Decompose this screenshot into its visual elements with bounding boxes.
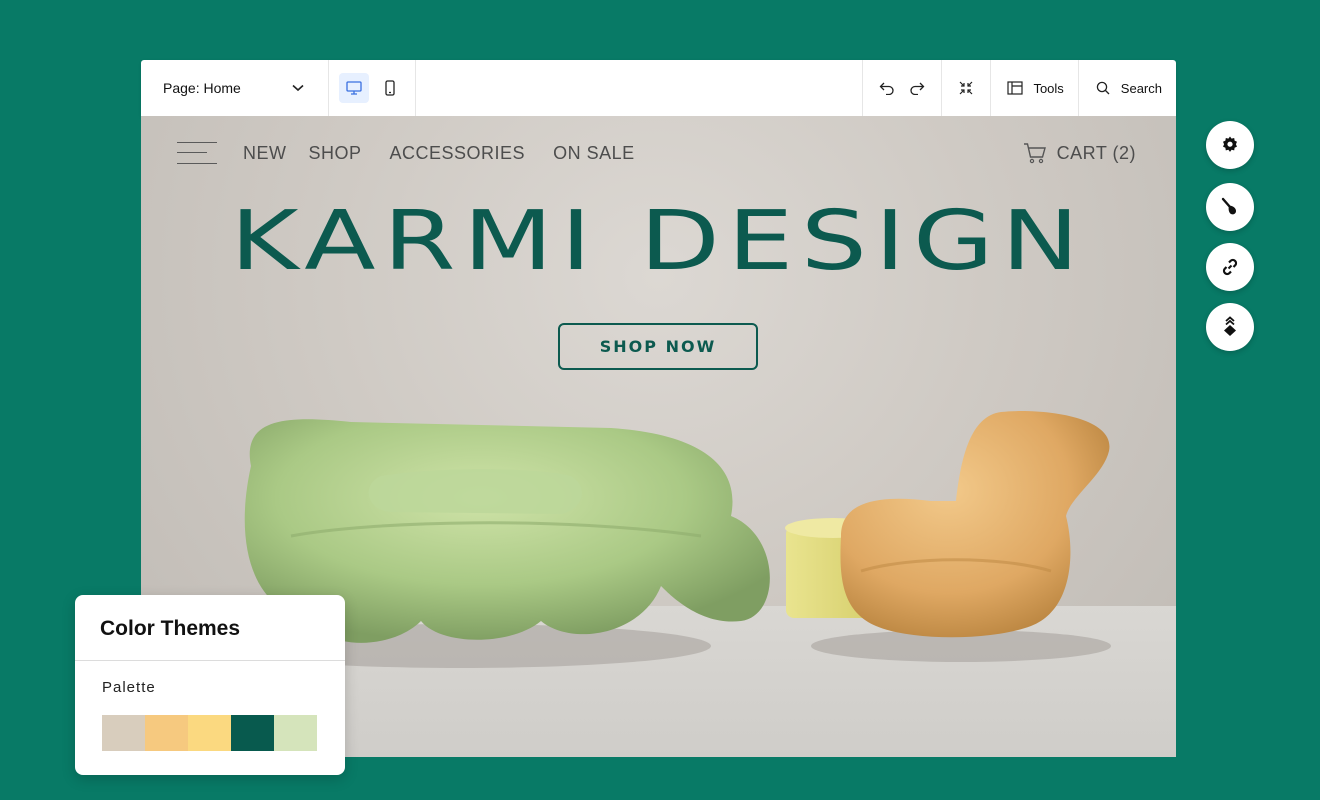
color-themes-title: Color Themes <box>75 595 345 661</box>
paintbrush-icon <box>1221 197 1236 215</box>
page-selector[interactable]: Page: Home <box>141 60 329 116</box>
collapse-icon[interactable] <box>956 78 976 98</box>
redo-icon[interactable] <box>907 78 927 98</box>
mobile-view-button[interactable] <box>375 73 405 103</box>
undo-icon[interactable] <box>877 78 897 98</box>
search-section: Search <box>1077 60 1176 116</box>
tools-panel-icon <box>1005 78 1025 98</box>
chevron-down-icon <box>288 78 308 98</box>
nav-link-shop[interactable]: SHOP <box>309 143 362 164</box>
nav-link-accessories[interactable]: ACCESSORIES <box>390 143 526 164</box>
palette-swatch-3[interactable] <box>188 715 231 751</box>
desktop-icon <box>346 81 362 95</box>
palette-swatch-5[interactable] <box>274 715 317 751</box>
palette-swatches[interactable] <box>102 715 317 751</box>
layers-icon <box>1224 316 1236 336</box>
settings-button[interactable] <box>1206 121 1254 169</box>
link-icon <box>1222 258 1238 276</box>
tools-label: Tools <box>1033 80 1064 96</box>
shop-now-button[interactable]: SHOP NOW <box>558 323 758 370</box>
layers-button[interactable] <box>1206 303 1254 351</box>
search-label: Search <box>1120 80 1162 96</box>
color-themes-panel: Color Themes Palette <box>75 595 345 775</box>
hero-title: KARMI DESIGN <box>230 194 1087 289</box>
cart-icon <box>1023 143 1046 164</box>
design-button[interactable] <box>1206 183 1254 231</box>
gear-icon <box>1223 136 1237 152</box>
hamburger-menu-icon[interactable] <box>177 140 217 166</box>
site-navigation: NEW SHOP ACCESSORIES ON SALE CART (2) <box>177 138 1136 168</box>
search-icon <box>1093 78 1113 98</box>
device-switcher <box>329 60 416 116</box>
palette-swatch-1[interactable] <box>102 715 145 751</box>
palette-swatch-4[interactable] <box>231 715 274 751</box>
tools-section: Tools <box>990 60 1077 116</box>
desktop-view-button[interactable] <box>339 73 369 103</box>
nav-link-on-sale[interactable]: ON SALE <box>553 143 635 164</box>
link-button[interactable] <box>1206 243 1254 291</box>
cart-label: CART (2) <box>1056 142 1136 163</box>
history-controls <box>862 60 941 116</box>
zoom-controls <box>941 60 990 116</box>
palette-label: Palette <box>102 679 156 696</box>
tools-button[interactable]: Tools <box>1005 78 1064 98</box>
cart-link[interactable]: CART (2) <box>1023 142 1136 164</box>
palette-swatch-2[interactable] <box>145 715 188 751</box>
mobile-icon <box>385 80 395 96</box>
editor-toolbar: Page: Home Tools Search <box>141 60 1176 116</box>
search-button[interactable]: Search <box>1093 78 1162 98</box>
nav-link-new[interactable]: NEW <box>243 143 287 164</box>
page-selector-label: Page: Home <box>163 80 241 96</box>
